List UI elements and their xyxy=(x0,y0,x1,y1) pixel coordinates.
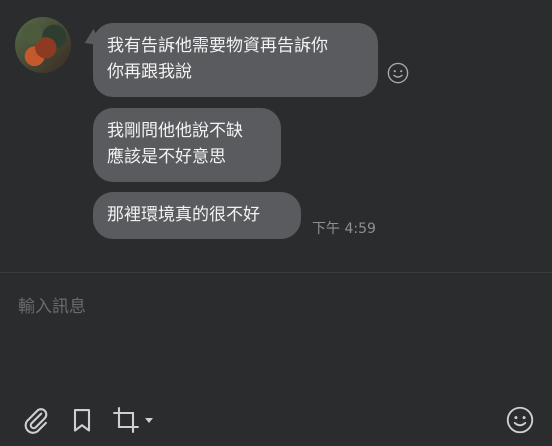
chevron-down-icon[interactable] xyxy=(145,418,153,423)
crop-icon[interactable] xyxy=(112,405,140,435)
message-timestamp: 下午 4:59 xyxy=(312,221,376,237)
sender-avatar[interactable] xyxy=(15,17,71,73)
emoji-icon[interactable] xyxy=(387,62,409,84)
message-bubble[interactable]: 那裡環境真的很不好 xyxy=(93,192,301,239)
composer-divider xyxy=(0,272,552,273)
paperclip-icon[interactable] xyxy=(22,405,50,435)
message-bubble[interactable]: 我有告訴他需要物資再告訴你 你再跟我說 xyxy=(93,23,378,97)
message-input[interactable]: 輸入訊息 xyxy=(18,292,86,317)
bookmark-icon[interactable] xyxy=(68,405,96,435)
emoji-icon[interactable] xyxy=(506,406,534,434)
message-bubble[interactable]: 我剛問他他說不缺 應該是不好意思 xyxy=(93,108,281,182)
